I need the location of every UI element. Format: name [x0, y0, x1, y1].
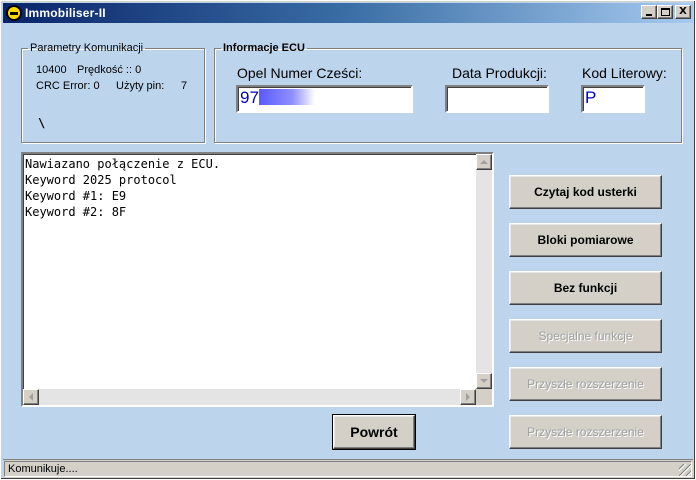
status-bar: Komunikuje.... [3, 459, 693, 478]
minimize-icon [646, 14, 652, 16]
part-number-field[interactable]: 97 [236, 85, 413, 113]
crc-error-label: CRC Error: 0 [36, 80, 100, 92]
immobiliser-window: Immobiliser-II X Parametry Komunikacji 1… [0, 0, 696, 480]
log-lines: Nawiazano połączenie z ECU. Keyword 2025… [25, 156, 477, 392]
app-logo-icon [6, 5, 22, 21]
measurement-blocks-button[interactable]: Bloki pomiarowe [509, 223, 662, 257]
log-line: Keyword #1: E9 [25, 189, 127, 203]
resize-grip-icon[interactable] [679, 464, 691, 476]
scroll-left-icon [25, 393, 33, 401]
special-functions-button[interactable]: Specjalne funkcje [509, 319, 662, 353]
production-date-label: Data Produkcji: [452, 65, 547, 81]
status-text: Komunikuje.... [4, 461, 692, 477]
used-pin-value: 7 [181, 80, 188, 92]
scroll-right-icon [466, 393, 474, 401]
log-horizontal-scrollbar[interactable] [23, 389, 476, 405]
letter-code-field[interactable]: P [581, 85, 645, 113]
scroll-left-button[interactable] [23, 389, 39, 405]
window-title: Immobiliser-II [25, 6, 106, 20]
read-fault-codes-button[interactable]: Czytaj kod usterki [509, 175, 662, 209]
scroll-right-button[interactable] [460, 389, 476, 405]
communication-log[interactable]: Nawiazano połączenie z ECU. Keyword 2025… [21, 152, 494, 407]
maximize-icon [660, 8, 670, 16]
scroll-up-icon [480, 156, 488, 164]
scroll-down-icon [480, 379, 488, 387]
log-vertical-scrollbar[interactable] [476, 154, 492, 389]
scroll-up-button[interactable] [476, 154, 492, 170]
log-line: Nawiazano połączenie z ECU. [25, 157, 221, 171]
ecu-info-legend: Informacje ECU [223, 42, 305, 54]
no-function-button[interactable]: Bez funkcji [509, 271, 662, 305]
redaction-mark [258, 89, 315, 105]
log-line: Keyword #2: 8F [25, 205, 127, 219]
comm-params-legend: Parametry Komunikacji [30, 42, 144, 54]
future-extension-button-1[interactable]: Przyszłe rozszerzenie [509, 367, 662, 401]
part-number-value: 97 [240, 88, 259, 107]
comm-params-group: Parametry Komunikacji [21, 42, 205, 143]
part-number-label: Opel Numer Cześci: [237, 65, 363, 81]
scroll-down-button[interactable] [476, 373, 492, 389]
title-bar[interactable]: Immobiliser-II X [3, 3, 693, 23]
scroll-corner [476, 389, 492, 405]
used-pin-label: Użyty pin: [116, 80, 165, 92]
window-controls: X [641, 5, 691, 19]
minimize-button[interactable] [641, 5, 657, 19]
maximize-button[interactable] [657, 5, 673, 19]
close-icon: X [679, 6, 687, 17]
baud-rate-value: 10400 [36, 64, 67, 76]
speed-label: Prędkość :: 0 [77, 64, 142, 76]
close-button[interactable]: X [675, 5, 691, 19]
activity-spinner: \ [38, 116, 46, 130]
future-extension-button-2[interactable]: Przyszłe rozszerzenie [509, 415, 662, 449]
production-date-field[interactable] [445, 85, 549, 113]
letter-code-label: Kod Literowy: [582, 65, 667, 81]
log-line: Keyword 2025 protocol [25, 173, 177, 187]
letter-code-value: P [585, 88, 597, 107]
back-button[interactable]: Powrót [332, 414, 416, 450]
